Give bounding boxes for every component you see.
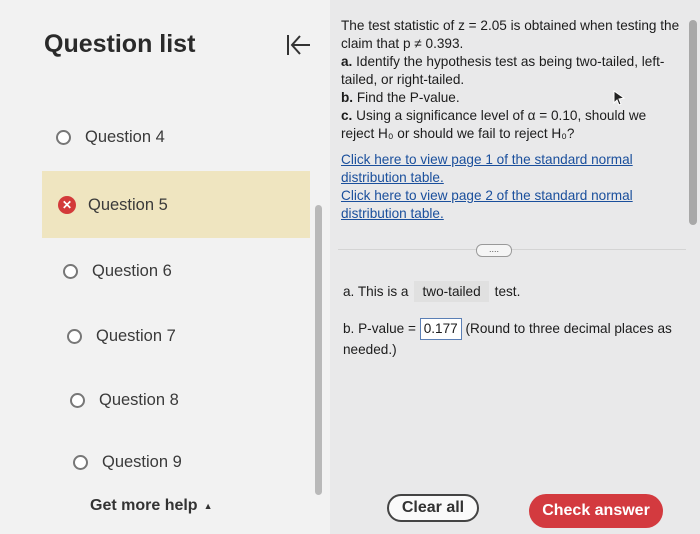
sidebar-item-question-6[interactable]: Question 6 (63, 251, 373, 291)
sidebar-item-label: Question 9 (102, 452, 182, 471)
mouse-cursor-icon (613, 90, 626, 106)
table-page-1-link[interactable]: Click here to view page 1 of the standar… (341, 151, 681, 187)
radio-icon (70, 392, 85, 408)
sidebar-item-label: Question 8 (99, 390, 179, 409)
p-value-input[interactable]: 0.177 (419, 318, 462, 340)
radio-icon (56, 129, 71, 145)
sidebar-item-question-9[interactable]: Question 9 (73, 442, 383, 482)
sidebar-item-question-4[interactable]: Question 4 (56, 117, 366, 157)
answer-a: a. This is a two-tailed test. (343, 281, 520, 302)
sidebar-item-label: Question 7 (96, 326, 176, 345)
error-icon: ✕ (58, 196, 76, 214)
part-a: a. Identify the hypothesis test as being… (341, 54, 665, 87)
question-list-title: Question list (44, 30, 196, 58)
sidebar-item-label: Question 6 (92, 261, 172, 280)
sidebar-item-label: Question 4 (85, 127, 165, 146)
check-answer-button[interactable]: Check answer (529, 494, 663, 528)
expand-more-button[interactable]: .... (476, 244, 512, 257)
radio-icon (67, 328, 82, 344)
sidebar-item-question-5[interactable]: ✕ Question 5 (42, 171, 310, 238)
question-intro: The test statistic of z = 2.05 is obtain… (341, 18, 680, 51)
radio-icon (73, 454, 88, 470)
divider (338, 249, 686, 250)
sidebar-scrollbar[interactable] (315, 205, 322, 495)
table-page-2-link[interactable]: Click here to view page 2 of the standar… (341, 187, 681, 223)
get-more-help-button[interactable]: Get more help ▲ (90, 497, 213, 515)
sidebar-item-question-7[interactable]: Question 7 (67, 316, 377, 356)
part-c: c. Using a significance level of α = 0.1… (341, 108, 647, 141)
part-b: b. Find the P-value. (341, 90, 460, 105)
sidebar-item-question-8[interactable]: Question 8 (70, 380, 380, 420)
help-label: Get more help (90, 497, 198, 514)
answer-b: b. P-value = 0.177 (Round to three decim… (343, 318, 683, 360)
test-type-dropdown[interactable]: two-tailed (414, 281, 489, 302)
sidebar-item-label: Question 5 (88, 195, 168, 214)
question-scrollbar[interactable] (689, 20, 697, 225)
question-text: The test statistic of z = 2.05 is obtain… (341, 17, 681, 223)
question-list-panel: Question list Question 4 ✕ Question 5 Qu… (0, 0, 330, 534)
collapse-icon[interactable] (284, 32, 312, 58)
radio-icon (63, 263, 78, 279)
clear-all-button[interactable]: Clear all (387, 494, 479, 522)
caret-up-icon: ▲ (203, 500, 213, 511)
